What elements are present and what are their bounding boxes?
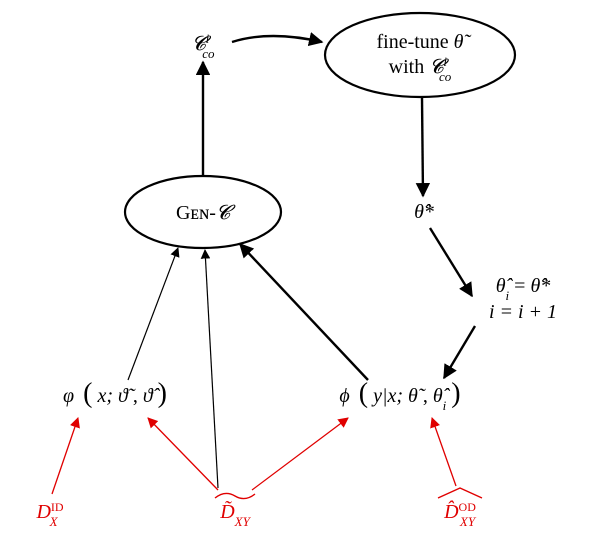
finetune-line1: fine-tune θ̃ [376, 31, 471, 53]
arrow-dxytilde-to-phiright [252, 418, 348, 490]
node-dxid: DIDX [35, 500, 63, 529]
arrow-dxid-to-phileft [52, 418, 78, 494]
arrow-phileft-to-genc [128, 248, 178, 380]
node-phi-right: ϕ ( y|x; θ̃ , θ̂i ) [339, 378, 460, 413]
arrow-dxytilde-to-phileft [148, 418, 218, 490]
node-dxy-tilde: D̃XY [219, 500, 251, 529]
update-line1: θ̂i = θ̂* [496, 275, 551, 303]
genc-label: Gᴇɴ-𝓒 [176, 202, 236, 224]
arrow-phiright-to-genc [240, 244, 368, 380]
hat-accent-icon [438, 488, 482, 498]
arrow-dxytilde-to-genc [205, 250, 218, 488]
node-dxy-od: D̂ODXY [443, 500, 477, 529]
arrow-dxyod-to-phiright [432, 418, 456, 486]
arrow-cco-to-finetune [232, 36, 322, 42]
node-phi-left: φ ( x; ϑ̃ , ϑ̂ ) [63, 378, 167, 409]
node-thetastar: θ̂* [414, 201, 434, 223]
node-finetune [325, 13, 515, 97]
arrow-thetastar-to-update [430, 228, 472, 296]
arrow-update-to-phiright [444, 326, 475, 378]
update-line2: i = i + 1 [489, 301, 557, 323]
tilde-accent-icon [215, 493, 255, 498]
arrow-finetune-to-thetastar [422, 98, 423, 196]
node-cco: 𝓒ico [191, 31, 215, 61]
